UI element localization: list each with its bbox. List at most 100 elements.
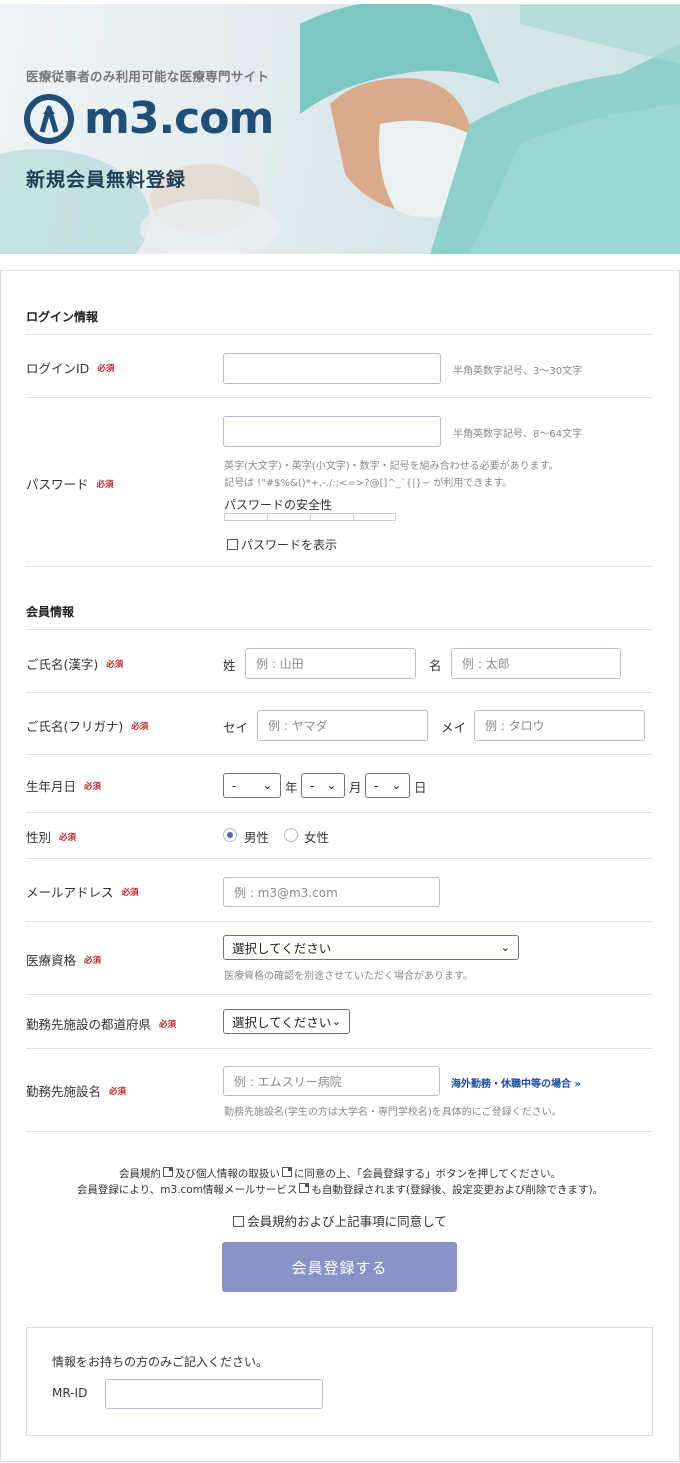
gender-female-radio[interactable] (284, 828, 298, 842)
last-name-label: 姓 (223, 658, 236, 673)
chevron-down-icon: ⌄ (262, 779, 272, 792)
show-password-checkbox[interactable] (227, 539, 238, 550)
strength-segment (310, 513, 353, 521)
birth-day-select[interactable]: - ⌄ (365, 773, 410, 798)
chevron-down-icon: ⌄ (500, 941, 510, 954)
overseas-link[interactable]: 海外勤務・休職中等の場合 » (451, 1075, 581, 1090)
external-link-icon (299, 1183, 310, 1193)
required-badge: 必須 (106, 659, 124, 670)
divider (26, 754, 653, 755)
m3-logo-icon (24, 94, 74, 144)
divider (26, 629, 653, 630)
login-id-label-text: ログインID (26, 361, 90, 376)
login-id-input[interactable] (223, 353, 441, 384)
login-id-label: ログインID 必須 (26, 358, 114, 377)
agree-checkbox-label: 会員規約および上記事項に同意して (247, 1214, 447, 1229)
birthdate-label: 生年月日 必須 (26, 779, 102, 794)
mr-id-input[interactable] (105, 1379, 323, 1409)
required-badge: 必須 (84, 781, 102, 792)
gender-label: 性別 必須 (26, 830, 77, 845)
birth-year-select[interactable]: - ⌄ (223, 773, 281, 798)
divider (26, 812, 653, 813)
last-name-kana-input[interactable]: 例 : ヤマダ (257, 710, 428, 741)
external-link-icon (162, 1167, 173, 1177)
terms-link[interactable]: 会員規約 (119, 1168, 161, 1180)
divider (26, 334, 653, 335)
logo-text: m3.com (84, 93, 274, 144)
chevron-down-icon: ⌄ (326, 779, 336, 792)
password-strength-label: パスワードの安全性 (224, 498, 333, 512)
agreement-text-line2: 会員登録により、m3.com情報メールサービス も自動登録されます(登録後、設定変… (76, 1183, 604, 1196)
password-label: パスワード 必須 (26, 474, 114, 493)
required-badge: 必須 (97, 363, 115, 374)
divider (26, 566, 653, 567)
prefecture-label: 勤務先施設の都道府県 必須 (26, 1017, 177, 1032)
header-tagline: 医療従事者のみ利用可能な医療専門サイト (26, 69, 270, 84)
facility-input[interactable]: 例 : エムスリー病院 (223, 1066, 440, 1096)
day-unit: 日 (414, 780, 427, 795)
year-unit: 年 (285, 780, 298, 795)
prefecture-select[interactable]: 選択してください ⌄ (223, 1009, 350, 1034)
section-title-login: ログイン情報 (26, 310, 99, 324)
divider (26, 397, 653, 398)
facility-note: 勤務先施設名(学生の方は大学名・専門学校名)を具体的にご登録ください。 (224, 1107, 562, 1118)
double-chevron-down-icon: » (574, 1079, 581, 1090)
facility-label: 勤務先施設名 必須 (26, 1084, 127, 1099)
email-label: メールアドレス 必須 (26, 885, 139, 900)
divider (26, 1048, 653, 1049)
strength-segment (267, 513, 310, 521)
email-input[interactable]: 例 : m3@m3.com (223, 877, 440, 907)
first-name-label: 名 (429, 658, 442, 673)
strength-segment (224, 513, 267, 521)
last-name-kanji-input[interactable]: 例 : 山田 (245, 648, 416, 679)
month-unit: 月 (349, 780, 362, 795)
required-badge: 必須 (96, 479, 114, 490)
header-banner: 医療従事者のみ利用可能な医療専門サイト m3.com 新規会員無料登録 (0, 4, 680, 254)
strength-segment (353, 513, 396, 521)
gender-male-radio[interactable] (223, 828, 237, 842)
required-badge: 必須 (84, 955, 102, 966)
chevron-down-icon: ⌄ (391, 779, 401, 792)
password-label-text: パスワード (26, 477, 89, 492)
password-note-symbols: 記号は !"#$%&()*+,-./:;<=>?@[]^_`{|}~ が利用でき… (224, 478, 513, 489)
password-strength-meter (224, 513, 396, 521)
password-hint: 半角英数字記号、8〜64文字 (453, 429, 583, 440)
agreement-text-line1: 会員規約 及び個人情報の取扱い に同意の上、「会員登録する」ボタンを押してください。 (118, 1167, 562, 1180)
qualification-label: 医療資格 必須 (26, 953, 102, 968)
divider (26, 858, 653, 859)
agree-checkbox-row[interactable]: 会員規約および上記事項に同意して (0, 1211, 680, 1230)
required-badge: 必須 (109, 1086, 127, 1097)
required-badge: 必須 (159, 1019, 177, 1030)
mr-note: 情報をお持ちの方のみご記入ください。 (52, 1355, 269, 1369)
mr-id-label: MR-ID (52, 1386, 88, 1400)
last-name-kana-label: セイ (223, 720, 249, 735)
login-id-hint: 半角英数字記号、3〜30文字 (453, 366, 583, 377)
required-badge: 必須 (59, 832, 77, 843)
password-note-combination: 英字(大文字)・英字(小文字)・数字・記号を組み合わせる必要があります。 (224, 461, 559, 472)
first-name-kana-input[interactable]: 例 : タロウ (474, 710, 645, 741)
birth-month-select[interactable]: - ⌄ (301, 773, 345, 798)
first-name-kanji-input[interactable]: 例 : 太郎 (451, 648, 621, 679)
m3-logo[interactable]: m3.com (22, 92, 274, 146)
first-name-kana-label: メイ (441, 720, 467, 735)
show-password-toggle[interactable]: パスワードを表示 (227, 536, 337, 553)
divider (26, 921, 653, 922)
page-title: 新規会員無料登録 (26, 169, 187, 191)
required-badge: 必須 (131, 721, 149, 732)
required-badge: 必須 (121, 887, 139, 898)
name-kana-label: ご氏名(フリガナ) 必須 (26, 719, 149, 734)
divider (26, 994, 653, 995)
agree-checkbox[interactable] (233, 1216, 245, 1227)
name-kanji-label: ご氏名(漢字) 必須 (26, 657, 124, 672)
external-link-icon (281, 1167, 292, 1177)
divider (26, 692, 653, 693)
divider (26, 1131, 653, 1132)
section-title-member: 会員情報 (26, 605, 75, 619)
password-input[interactable] (223, 416, 441, 447)
gender-female-label[interactable]: 女性 (304, 827, 329, 846)
qualification-select[interactable]: 選択してください ⌄ (223, 935, 519, 960)
qualification-note: 医療資格の確認を別途させていただく場合があります。 (224, 971, 473, 982)
register-button[interactable]: 会員登録する (222, 1242, 457, 1292)
gender-male-label[interactable]: 男性 (244, 827, 269, 846)
chevron-down-icon: ⌄ (331, 1015, 341, 1028)
